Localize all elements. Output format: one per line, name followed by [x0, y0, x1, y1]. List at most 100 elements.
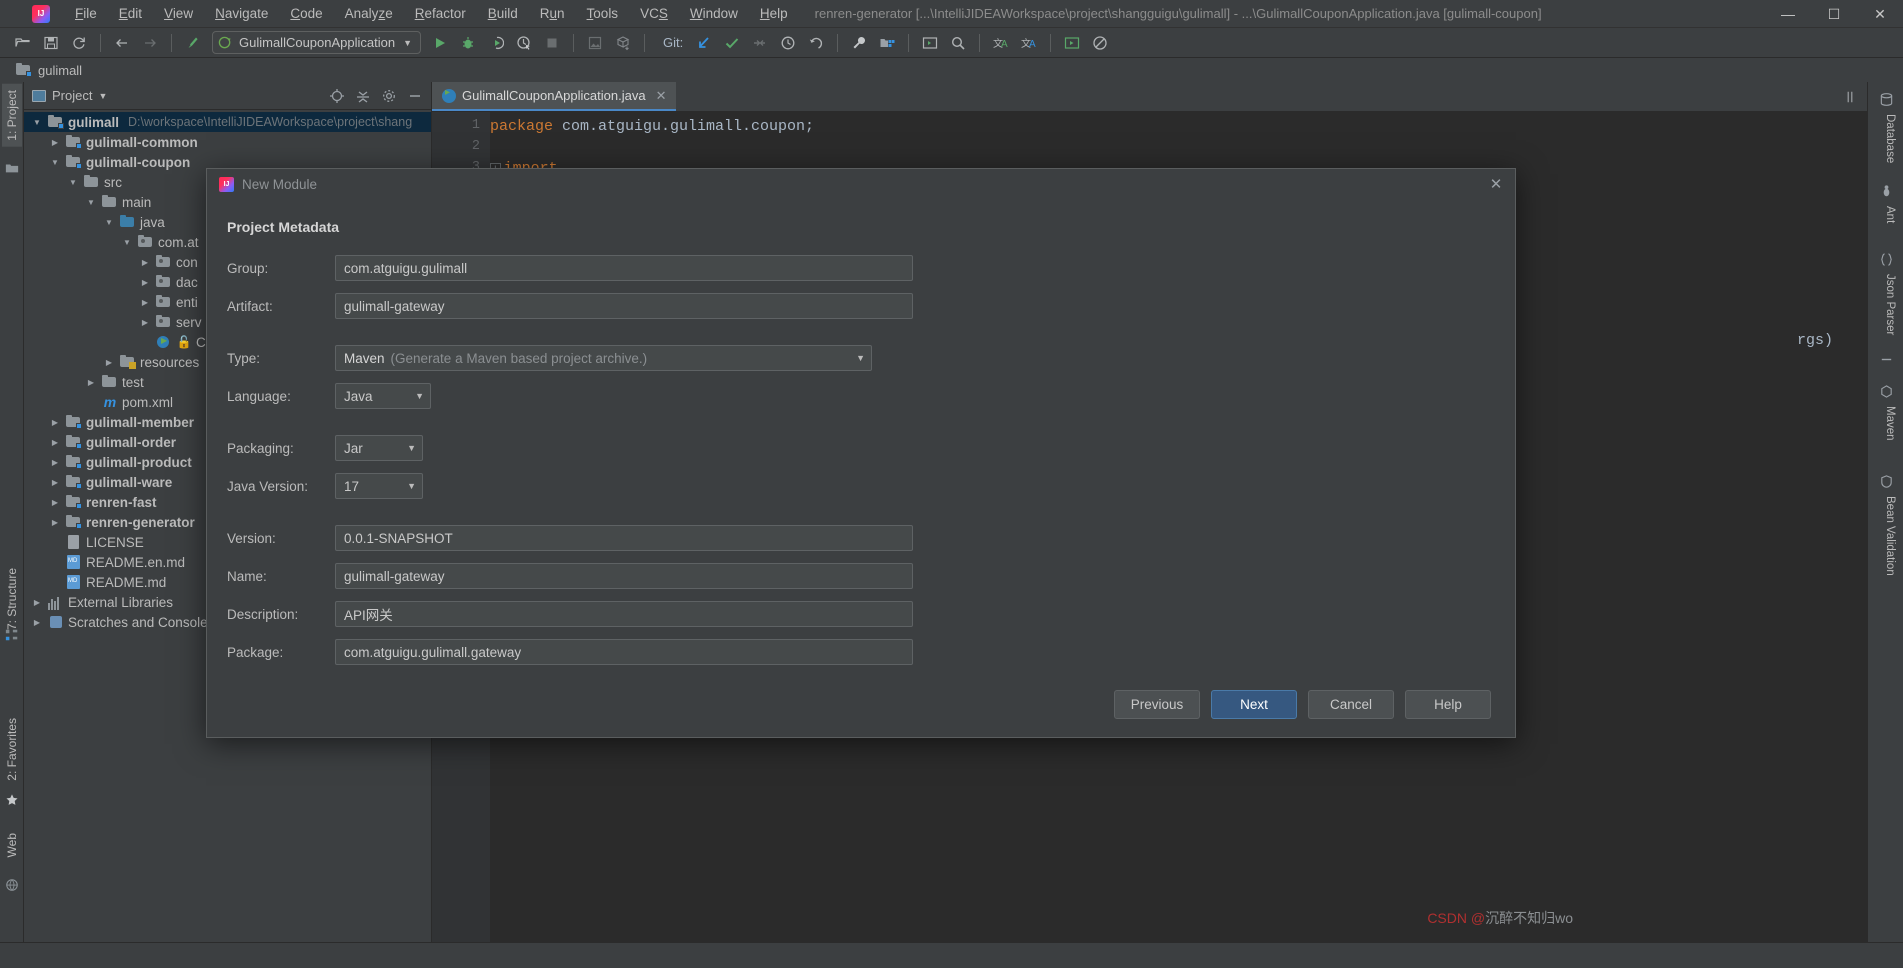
menu-analyze[interactable]: Analyze: [334, 2, 404, 25]
rollback-icon[interactable]: [803, 31, 829, 55]
chevron-down-icon[interactable]: ▼: [856, 353, 865, 363]
menu-build[interactable]: Build: [477, 2, 529, 25]
description-input[interactable]: API网关: [335, 601, 913, 627]
next-button[interactable]: Next: [1211, 690, 1297, 719]
ide-terminal-icon[interactable]: [917, 31, 943, 55]
bean-validation-icon[interactable]: [1877, 472, 1895, 490]
close-icon[interactable]: ✕: [656, 88, 667, 104]
chevron-down-icon[interactable]: ▼: [30, 118, 44, 127]
package-input[interactable]: com.atguigu.gulimall.gateway: [335, 639, 913, 665]
chevron-right-icon[interactable]: ▶: [30, 598, 44, 607]
sidebar-item-database[interactable]: Database: [1881, 110, 1899, 167]
collapse-all-icon[interactable]: [355, 88, 371, 104]
chevron-right-icon[interactable]: ▶: [48, 478, 62, 487]
project-view-selector[interactable]: Project ▼: [32, 88, 107, 103]
tree-item[interactable]: ▼ gulimall D:\workspace\IntelliJIDEAWorksp…: [24, 112, 431, 132]
editor-split-control[interactable]: [1843, 82, 1867, 111]
menu-vcs[interactable]: VCS: [629, 2, 679, 25]
run-coverage-icon[interactable]: [483, 31, 509, 55]
menu-window[interactable]: Window: [679, 2, 749, 25]
main-toolbar[interactable]: GulimallCouponApplication ▼ Git: 文 A 文 A: [0, 28, 1903, 58]
sidebar-item-maven[interactable]: Maven: [1881, 402, 1899, 445]
packaging-select[interactable]: Jar ▼: [335, 435, 423, 461]
translate-alt-icon[interactable]: 文A: [1016, 31, 1042, 55]
build-hammer-icon[interactable]: [180, 31, 206, 55]
chevron-down-icon[interactable]: ▼: [395, 443, 416, 453]
ant-icon[interactable]: [1877, 182, 1895, 200]
dialog-footer[interactable]: Previous Next Cancel Help: [1114, 690, 1491, 719]
chevron-down-icon[interactable]: ▼: [102, 218, 116, 227]
save-icon[interactable]: [38, 31, 64, 55]
menu-code[interactable]: Code: [279, 2, 333, 25]
close-button[interactable]: ✕: [1857, 0, 1903, 28]
hide-icon[interactable]: [407, 88, 423, 104]
type-select[interactable]: Maven (Generate a Maven based project ar…: [335, 345, 872, 371]
chevron-right-icon[interactable]: ▶: [48, 438, 62, 447]
dialog-close-button[interactable]: ✕: [1487, 175, 1505, 193]
chevron-right-icon[interactable]: ▶: [138, 258, 152, 267]
chevron-right-icon[interactable]: ▶: [102, 358, 116, 367]
locate-icon[interactable]: [329, 88, 345, 104]
left-tool-strip[interactable]: 1: Project 7: Structure 2: Favorites Web: [0, 82, 24, 968]
sidebar-item-web[interactable]: Web: [2, 827, 22, 863]
debug-icon[interactable]: [455, 31, 481, 55]
cancel-button[interactable]: Cancel: [1308, 690, 1394, 719]
run-configuration-selector[interactable]: GulimallCouponApplication ▼: [212, 31, 422, 54]
menu-help[interactable]: Help: [749, 2, 799, 25]
sidebar-item-bean-validation[interactable]: Bean Validation: [1881, 492, 1899, 580]
menu-file[interactable]: File: [64, 2, 108, 25]
menu-view[interactable]: View: [153, 2, 204, 25]
java-version-select[interactable]: 17 ▼: [335, 473, 423, 499]
star-icon[interactable]: [4, 792, 20, 808]
tree-item[interactable]: ▶ gulimall-common: [24, 132, 431, 152]
sidebar-item-json-parser[interactable]: Json Parser: [1881, 270, 1899, 339]
json-icon[interactable]: [1877, 250, 1895, 268]
artifact-input[interactable]: gulimall-gateway: [335, 293, 913, 319]
collapse-right-icon[interactable]: [1877, 350, 1895, 368]
chevron-right-icon[interactable]: ▶: [84, 378, 98, 387]
open-folder-icon[interactable]: [10, 31, 36, 55]
settings-gear-icon[interactable]: [381, 88, 397, 104]
menu-run[interactable]: Run: [529, 2, 576, 25]
project-panel-actions[interactable]: [329, 88, 423, 104]
globe-icon[interactable]: [4, 877, 20, 893]
sidebar-item-structure[interactable]: 7: Structure: [2, 562, 22, 636]
chevron-down-icon[interactable]: ▼: [48, 158, 62, 167]
chevron-right-icon[interactable]: ▶: [30, 618, 44, 627]
menu-refactor[interactable]: Refactor: [404, 2, 477, 25]
settings-wrench-icon[interactable]: [846, 31, 872, 55]
sync-icon[interactable]: [66, 31, 92, 55]
menu-bar[interactable]: File Edit View Navigate Code Analyze Ref…: [64, 2, 799, 25]
chevron-down-icon[interactable]: ▼: [403, 391, 424, 401]
chevron-right-icon[interactable]: ▶: [138, 298, 152, 307]
editor-tab-strip[interactable]: GulimallCouponApplication.java ✕: [432, 82, 1867, 112]
structure-icon[interactable]: [4, 627, 20, 643]
previous-button[interactable]: Previous: [1114, 690, 1200, 719]
chevron-down-icon[interactable]: ▼: [66, 178, 80, 187]
right-tool-strip[interactable]: Database Ant Json Parser Maven Bean Vali…: [1867, 82, 1903, 968]
folder-icon[interactable]: [4, 160, 20, 176]
menu-edit[interactable]: Edit: [108, 2, 153, 25]
chevron-down-icon[interactable]: ▼: [395, 481, 416, 491]
chevron-right-icon[interactable]: ▶: [48, 518, 62, 527]
profiler-icon[interactable]: [511, 31, 537, 55]
new-module-dialog[interactable]: New Module ✕ Project Metadata Group: com…: [206, 168, 1516, 738]
chevron-down-icon[interactable]: ▼: [98, 91, 107, 101]
sidebar-item-project[interactable]: 1: Project: [2, 84, 22, 147]
disable-icon[interactable]: [1087, 31, 1113, 55]
chevron-right-icon[interactable]: ▶: [48, 138, 62, 147]
history-icon[interactable]: [775, 31, 801, 55]
run-icon[interactable]: [427, 31, 453, 55]
chevron-right-icon[interactable]: ▶: [48, 498, 62, 507]
forward-arrow-icon[interactable]: [137, 31, 163, 55]
minimize-button[interactable]: —: [1765, 0, 1811, 28]
database-icon[interactable]: [1877, 90, 1895, 108]
project-structure-icon[interactable]: [874, 31, 900, 55]
maximize-button[interactable]: ☐: [1811, 0, 1857, 28]
help-button[interactable]: Help: [1405, 690, 1491, 719]
sidebar-item-favorites[interactable]: 2: Favorites: [2, 712, 22, 787]
language-select[interactable]: Java ▼: [335, 383, 431, 409]
chevron-down-icon[interactable]: ▼: [403, 38, 412, 48]
back-arrow-icon[interactable]: [109, 31, 135, 55]
ide-eval-icon[interactable]: [1059, 31, 1085, 55]
